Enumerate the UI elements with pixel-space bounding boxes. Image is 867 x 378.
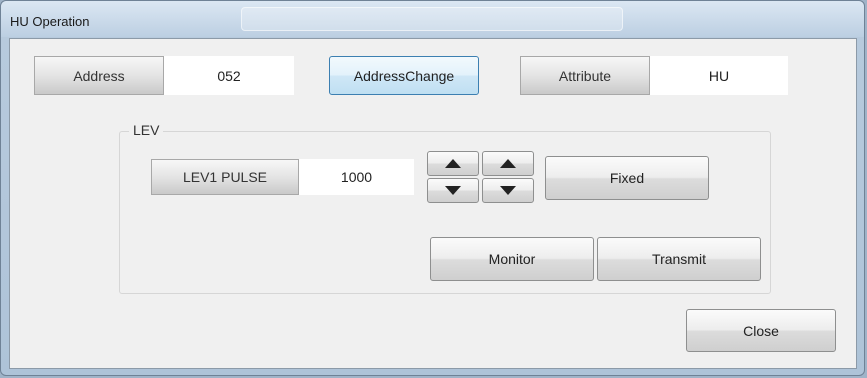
- attribute-value: HU: [650, 56, 788, 95]
- pulse-down-button-1[interactable]: [427, 178, 479, 203]
- arrow-down-icon: [445, 186, 461, 195]
- attribute-label: Attribute: [520, 56, 650, 95]
- pulse-down-button-2[interactable]: [482, 178, 534, 203]
- background-window-ghost: [241, 7, 623, 31]
- arrow-up-icon: [445, 159, 461, 168]
- dialog-client-area: Address 052 AddressChange Attribute HU L…: [9, 38, 857, 369]
- monitor-button[interactable]: Monitor: [430, 237, 594, 281]
- hu-operation-window: HU Operation Address 052 AddressChange A…: [0, 0, 865, 376]
- lev-group-title: LEV: [129, 122, 164, 138]
- fixed-button[interactable]: Fixed: [545, 156, 709, 200]
- address-change-button[interactable]: AddressChange: [329, 56, 479, 95]
- address-value: 052: [164, 56, 294, 95]
- address-label: Address: [34, 56, 164, 95]
- pulse-up-button-1[interactable]: [427, 151, 479, 176]
- pulse-up-button-2[interactable]: [482, 151, 534, 176]
- arrow-down-icon: [500, 186, 516, 195]
- transmit-button[interactable]: Transmit: [597, 237, 761, 281]
- lev1-pulse-value: 1000: [299, 159, 414, 195]
- title-bar[interactable]: HU Operation: [1, 1, 864, 37]
- close-button[interactable]: Close: [686, 309, 836, 352]
- window-title: HU Operation: [10, 14, 90, 29]
- lev1-pulse-label: LEV1 PULSE: [151, 159, 299, 195]
- arrow-up-icon: [500, 159, 516, 168]
